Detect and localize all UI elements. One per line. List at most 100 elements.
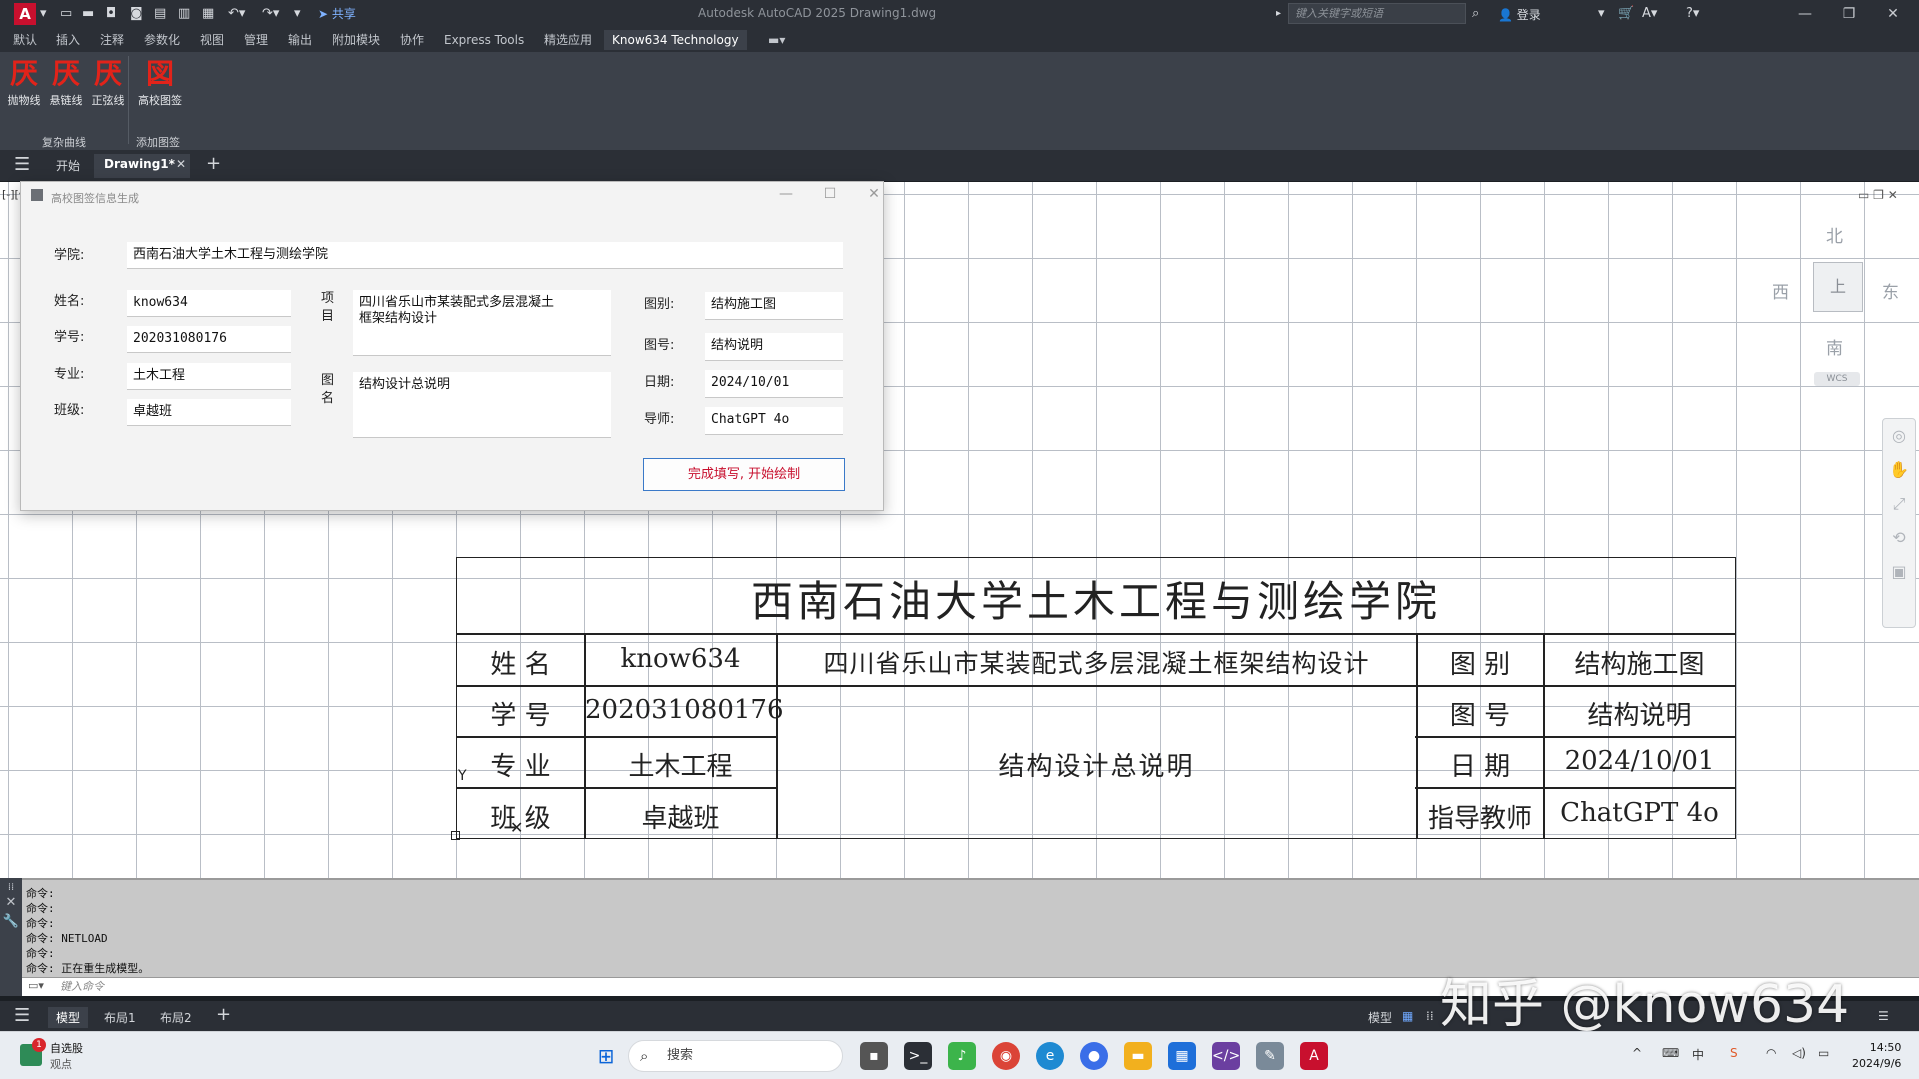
dialog-close-icon[interactable]: ✕ — [859, 186, 889, 202]
snap-icon[interactable]: ⁞⁞ — [1426, 1009, 1434, 1023]
orbit-icon[interactable]: ⟲ — [1883, 521, 1915, 555]
expand-search-icon[interactable]: ▸ — [1276, 5, 1281, 23]
sine-curve-button[interactable]: 厌 正弦线 — [88, 58, 128, 108]
tab-drawing1[interactable]: Drawing1* — [104, 157, 175, 171]
open-file-icon[interactable]: ▬ — [82, 5, 94, 23]
navigation-bar[interactable]: ◎ ✋ ⤢ ⟲ ▣ — [1882, 418, 1916, 628]
autodesk-account-icon[interactable]: A▾ — [1642, 5, 1657, 23]
command-grip-icon[interactable]: ⁞⁞ — [0, 882, 22, 893]
save-as-icon[interactable]: ◙ — [130, 5, 143, 23]
search-input[interactable]: 键入关键字或短语 — [1288, 3, 1466, 24]
college-input[interactable]: 西南石油大学土木工程与测绘学院 — [127, 242, 843, 269]
submit-draw-button[interactable]: 完成填写, 开始绘制 — [643, 458, 845, 491]
tab-know634-technology[interactable]: Know634 Technology — [604, 30, 747, 50]
undo-icon[interactable]: ↶▾ — [228, 5, 245, 23]
store-icon[interactable]: ▦ — [1168, 1042, 1196, 1070]
tab-express-tools[interactable]: Express Tools — [442, 32, 526, 48]
autocad-logo-icon[interactable]: A — [14, 3, 36, 25]
sogou-icon[interactable]: S — [1730, 1046, 1738, 1060]
command-customize-icon[interactable]: 🔧 — [0, 914, 22, 929]
viewcube[interactable]: 上 — [1813, 262, 1863, 312]
customization-icon[interactable]: ☰ — [1878, 1009, 1889, 1023]
tray-overflow-icon[interactable]: ^ — [1632, 1046, 1642, 1060]
new-layout-icon[interactable]: + — [216, 1004, 231, 1025]
tab-layout2[interactable]: 布局2 — [160, 1009, 192, 1026]
grid-icon[interactable]: ▦ — [1402, 1009, 1413, 1023]
login-dropdown-icon[interactable]: ▾ — [1598, 5, 1605, 23]
share-button[interactable]: ➤ 共享 — [318, 5, 356, 23]
university-titleblock-button[interactable]: 図 高校图签 — [136, 58, 184, 108]
viewcube-south[interactable]: 南 — [1826, 334, 1843, 359]
drawing-no-input[interactable]: 结构说明 — [705, 333, 843, 361]
app-green-icon[interactable]: ♪ — [948, 1042, 976, 1070]
close-tab-icon[interactable]: ✕ — [176, 157, 186, 171]
student-id-input[interactable]: 202031080176 — [127, 326, 291, 353]
viewcube-west[interactable]: 西 — [1772, 278, 1789, 303]
help-icon[interactable]: ?▾ — [1686, 5, 1699, 23]
project-input[interactable]: 四川省乐山市某装配式多层混凝土 框架结构设计 — [353, 290, 611, 356]
stock-widget-name[interactable]: 自选股 — [50, 1040, 83, 1056]
redo-icon[interactable]: ↷▾ — [262, 5, 279, 23]
taskbar-search[interactable]: 搜索 — [628, 1040, 843, 1072]
terminal-icon[interactable]: >_ — [904, 1042, 932, 1070]
date-input[interactable]: 2024/10/01 — [705, 370, 843, 398]
tab-output[interactable]: 输出 — [286, 32, 314, 48]
command-prompt-icon[interactable]: ▭▾ — [28, 979, 44, 992]
tab-collaborate[interactable]: 协作 — [398, 32, 426, 48]
cart-icon[interactable]: 🛒 — [1618, 5, 1634, 23]
close-icon[interactable]: ✕ — [1878, 4, 1908, 24]
parabola-button[interactable]: 厌 抛物线 — [4, 58, 44, 108]
class-input[interactable]: 卓越班 — [127, 399, 291, 426]
tab-featured-apps[interactable]: 精选应用 — [542, 32, 594, 48]
major-input[interactable]: 土木工程 — [127, 363, 291, 390]
dialog-minimize-icon[interactable]: — — [771, 186, 801, 202]
tab-start[interactable]: 开始 — [56, 157, 80, 174]
tab-manage[interactable]: 管理 — [242, 32, 270, 48]
model-space-toggle[interactable]: 模型 — [1368, 1009, 1392, 1026]
login-button[interactable]: 👤 登录 — [1498, 6, 1541, 23]
ribbon-display-options-icon[interactable]: ▬▾ — [766, 32, 787, 48]
plot-icon[interactable]: ▥ — [178, 5, 190, 23]
category-input[interactable]: 结构施工图 — [705, 292, 843, 320]
publish-icon[interactable]: ▤ — [154, 5, 166, 23]
tab-default[interactable]: 默认 — [11, 32, 39, 48]
tab-addins[interactable]: 附加模块 — [330, 32, 382, 48]
quick-access-dropdown-icon[interactable]: ▾ — [294, 5, 301, 23]
app-menu-dropdown-icon[interactable]: ▾ — [40, 5, 47, 23]
advisor-input[interactable]: ChatGPT 4o — [705, 407, 843, 435]
save-icon[interactable]: ◘ — [106, 5, 116, 23]
windows-start-icon[interactable]: ⊞ — [592, 1042, 620, 1070]
battery-icon[interactable]: ▭ — [1818, 1046, 1829, 1060]
steering-wheel-icon[interactable]: ◎ — [1883, 419, 1915, 453]
viewport-window-controls-icon[interactable]: ▭ ❐ ✕ — [1858, 188, 1898, 202]
taskbar-clock[interactable]: 14:50 2024/9/6 — [1852, 1040, 1901, 1072]
keyboard-icon[interactable]: ⌨ — [1662, 1046, 1679, 1060]
tab-annotate[interactable]: 注释 — [98, 32, 126, 48]
print-icon[interactable]: ▦ — [202, 5, 214, 23]
dialog-maximize-icon[interactable]: ☐ — [815, 186, 845, 202]
catenary-button[interactable]: 厌 悬链线 — [46, 58, 86, 108]
layout-menu-icon[interactable]: ☰ — [14, 1005, 30, 1026]
app-blue-icon[interactable]: ● — [1080, 1042, 1108, 1070]
autocad-taskbar-icon[interactable]: A — [1300, 1042, 1328, 1070]
new-file-icon[interactable]: ▭ — [60, 5, 72, 23]
input-method-icon[interactable]: 中 — [1692, 1046, 1704, 1063]
wifi-icon[interactable]: ◠ — [1766, 1046, 1776, 1060]
visual-studio-icon[interactable]: </> — [1212, 1042, 1240, 1070]
task-view-icon[interactable]: ▪ — [860, 1042, 888, 1070]
restore-icon[interactable]: ❐ — [1834, 4, 1864, 24]
tab-parametric[interactable]: 参数化 — [142, 32, 182, 48]
file-menu-icon[interactable]: ☰ — [14, 154, 30, 175]
name-input[interactable]: know634 — [127, 290, 291, 317]
zoom-extents-icon[interactable]: ⤢ — [1883, 487, 1915, 521]
chrome-icon[interactable]: ◉ — [992, 1042, 1020, 1070]
tab-view[interactable]: 视图 — [198, 32, 226, 48]
notepad-icon[interactable]: ✎ — [1256, 1042, 1284, 1070]
tab-layout1[interactable]: 布局1 — [104, 1009, 136, 1026]
new-tab-icon[interactable]: + — [206, 153, 221, 174]
file-explorer-icon[interactable]: ▬ — [1124, 1042, 1152, 1070]
command-close-icon[interactable]: ✕ — [0, 895, 22, 910]
drawing-name-input[interactable]: 结构设计总说明 — [353, 372, 611, 438]
pan-icon[interactable]: ✋ — [1883, 453, 1915, 487]
tab-model[interactable]: 模型 — [48, 1007, 89, 1028]
